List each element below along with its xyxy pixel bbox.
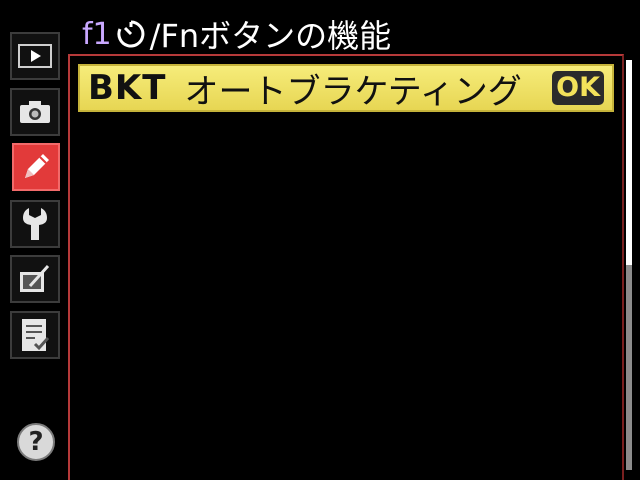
- scrollbar-thumb[interactable]: [626, 60, 632, 265]
- tab-retouch[interactable]: [10, 255, 60, 303]
- retouch-icon: [18, 262, 52, 296]
- option-label: オートブラケティング: [184, 71, 522, 112]
- wrench-icon: [20, 206, 50, 242]
- self-timer-icon: [116, 19, 146, 49]
- camera-menu-screen: ? f1 /Fnボタンの機能 BKT オートブラケティング OK: [0, 0, 640, 480]
- tab-shooting[interactable]: [10, 88, 60, 136]
- ok-button-icon[interactable]: OK: [552, 71, 604, 105]
- menu-content-panel: BKT オートブラケティング OK: [68, 54, 624, 480]
- pencil-icon: [19, 150, 53, 184]
- my-menu-icon: [19, 317, 51, 353]
- tab-my-menu[interactable]: [10, 311, 60, 359]
- title-text: /Fnボタンの機能: [149, 17, 392, 55]
- scrollbar-track[interactable]: [626, 60, 632, 470]
- tab-playback[interactable]: [10, 32, 60, 80]
- option-code: BKT: [88, 68, 167, 108]
- help-icon: ?: [28, 427, 44, 457]
- menu-code: f1: [82, 16, 112, 52]
- help-button[interactable]: ?: [17, 423, 55, 461]
- selected-option-row[interactable]: BKT オートブラケティング OK: [78, 64, 614, 112]
- page-title: f1 /Fnボタンの機能: [82, 12, 391, 56]
- tab-setup[interactable]: [10, 200, 60, 248]
- tab-custom-settings[interactable]: [12, 143, 60, 191]
- playback-icon: [18, 44, 52, 68]
- camera-icon: [18, 99, 52, 125]
- menu-sidebar: ?: [0, 0, 68, 480]
